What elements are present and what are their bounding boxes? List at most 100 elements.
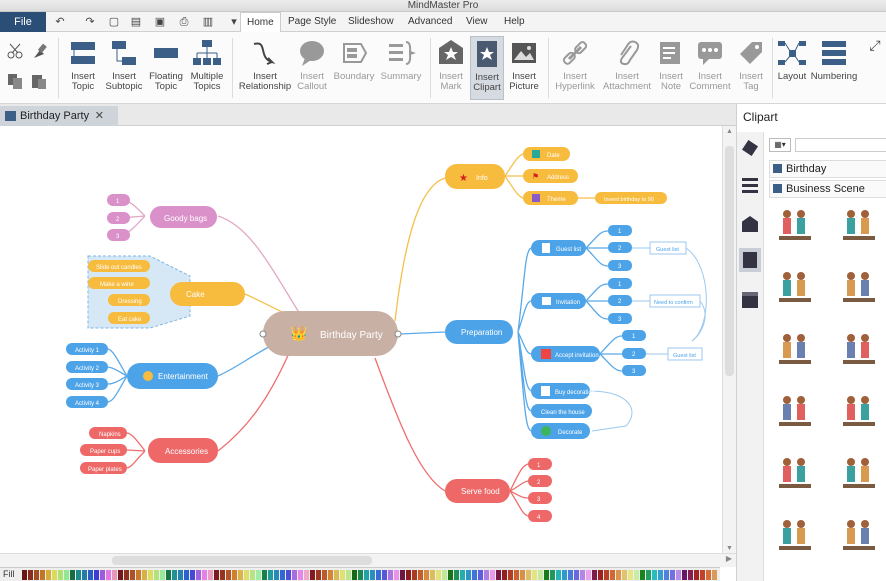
color-swatch[interactable] — [340, 570, 345, 580]
cake-topic[interactable] — [170, 282, 245, 306]
clipart-item[interactable] — [837, 514, 881, 558]
color-swatch[interactable] — [334, 570, 339, 580]
color-swatch[interactable] — [664, 570, 669, 580]
insert-attachment-button[interactable]: Insert Attachment — [600, 36, 654, 100]
color-swatch[interactable] — [226, 570, 231, 580]
insert-tag-button[interactable]: Insert Tag — [734, 36, 768, 100]
color-swatch[interactable] — [118, 570, 123, 580]
color-swatch[interactable] — [166, 570, 171, 580]
tab-help[interactable]: Help — [498, 12, 531, 32]
color-swatch[interactable] — [142, 570, 147, 580]
color-swatch[interactable] — [88, 570, 93, 580]
color-swatch[interactable] — [370, 570, 375, 580]
color-swatch[interactable] — [352, 570, 357, 580]
insert-clipart-button[interactable]: Insert Clipart — [470, 36, 504, 100]
clipart-item[interactable] — [837, 390, 881, 434]
color-swatch[interactable] — [304, 570, 309, 580]
color-swatch[interactable] — [400, 570, 405, 580]
vertical-scroll-thumb[interactable] — [725, 146, 734, 376]
color-swatch[interactable] — [682, 570, 687, 580]
clipart-item[interactable] — [773, 266, 817, 310]
color-swatch[interactable] — [700, 570, 705, 580]
info-topic[interactable] — [445, 164, 505, 189]
save-icon[interactable]: ▣ — [152, 14, 168, 30]
color-swatch[interactable] — [202, 570, 207, 580]
color-swatch[interactable] — [136, 570, 141, 580]
color-swatch[interactable] — [190, 570, 195, 580]
color-swatch[interactable] — [112, 570, 117, 580]
color-swatch[interactable] — [544, 570, 549, 580]
file-menu-button[interactable]: File — [0, 12, 46, 32]
color-swatch[interactable] — [286, 570, 291, 580]
color-swatch[interactable] — [562, 570, 567, 580]
scroll-up-icon[interactable]: ▲ — [726, 128, 733, 135]
summary-button[interactable]: Summary — [378, 36, 424, 100]
insert-mark-button[interactable]: Insert Mark — [434, 36, 468, 100]
color-swatch[interactable] — [436, 570, 441, 580]
color-swatch[interactable] — [34, 570, 39, 580]
undo-icon[interactable]: ↶ — [52, 14, 68, 30]
color-swatch[interactable] — [22, 570, 27, 580]
color-swatch[interactable] — [628, 570, 633, 580]
horizontal-scroll-thumb[interactable] — [112, 556, 372, 565]
color-swatch[interactable] — [172, 570, 177, 580]
color-swatch[interactable] — [76, 570, 81, 580]
floating-topic-button[interactable]: Floating Topic — [146, 36, 186, 100]
document-tab[interactable]: Birthday Party ✕ — [0, 106, 118, 126]
outline-list-icon[interactable] — [742, 178, 758, 194]
scroll-down-icon[interactable]: ▼ — [726, 545, 733, 552]
color-swatch[interactable] — [358, 570, 363, 580]
color-swatch[interactable] — [64, 570, 69, 580]
color-swatch[interactable] — [508, 570, 513, 580]
central-topic[interactable]: 👑 Birthday Party — [263, 311, 398, 356]
color-swatch[interactable] — [322, 570, 327, 580]
color-swatch[interactable] — [154, 570, 159, 580]
color-swatch[interactable] — [556, 570, 561, 580]
color-swatch[interactable] — [634, 570, 639, 580]
clipart-item[interactable] — [837, 266, 881, 310]
boundary-button[interactable]: Boundary — [332, 36, 376, 100]
color-swatch[interactable] — [406, 570, 411, 580]
color-swatch[interactable] — [442, 570, 447, 580]
color-swatch[interactable] — [262, 570, 267, 580]
color-swatch[interactable] — [220, 570, 225, 580]
clipart-item[interactable] — [837, 328, 881, 372]
color-swatch[interactable] — [28, 570, 33, 580]
multiple-topics-button[interactable]: Multiple Topics — [188, 36, 226, 100]
color-swatch[interactable] — [310, 570, 315, 580]
color-swatch[interactable] — [196, 570, 201, 580]
color-swatch[interactable] — [232, 570, 237, 580]
color-swatch[interactable] — [490, 570, 495, 580]
clipart-item[interactable] — [773, 328, 817, 372]
category-business-scene[interactable]: Business Scene — [769, 180, 886, 198]
color-swatch[interactable] — [652, 570, 657, 580]
insert-topic-button[interactable]: Insert Topic — [64, 36, 102, 100]
color-swatch[interactable] — [526, 570, 531, 580]
color-swatch[interactable] — [100, 570, 105, 580]
color-swatch[interactable] — [514, 570, 519, 580]
format-brush-icon[interactable] — [742, 140, 758, 156]
color-swatch[interactable] — [592, 570, 597, 580]
clipart-item[interactable] — [773, 390, 817, 434]
color-swatch[interactable] — [502, 570, 507, 580]
color-swatch[interactable] — [610, 570, 615, 580]
color-swatch[interactable] — [412, 570, 417, 580]
color-swatch[interactable] — [376, 570, 381, 580]
color-swatch[interactable] — [712, 570, 717, 580]
color-swatch[interactable] — [472, 570, 477, 580]
scroll-right-icon[interactable]: ▶ — [726, 554, 732, 563]
color-swatch[interactable] — [160, 570, 165, 580]
color-swatch[interactable] — [676, 570, 681, 580]
color-swatch[interactable] — [214, 570, 219, 580]
clipart-item[interactable] — [837, 204, 881, 248]
color-swatch[interactable] — [586, 570, 591, 580]
insert-picture-button[interactable]: Insert Picture — [506, 36, 542, 100]
insert-callout-button[interactable]: Insert Callout — [294, 36, 330, 100]
color-swatch[interactable] — [274, 570, 279, 580]
horizontal-scrollbar[interactable]: ▶ — [0, 553, 736, 567]
color-swatch[interactable] — [496, 570, 501, 580]
color-swatch[interactable] — [364, 570, 369, 580]
color-swatch[interactable] — [538, 570, 543, 580]
color-swatch[interactable] — [484, 570, 489, 580]
color-swatch[interactable] — [448, 570, 453, 580]
